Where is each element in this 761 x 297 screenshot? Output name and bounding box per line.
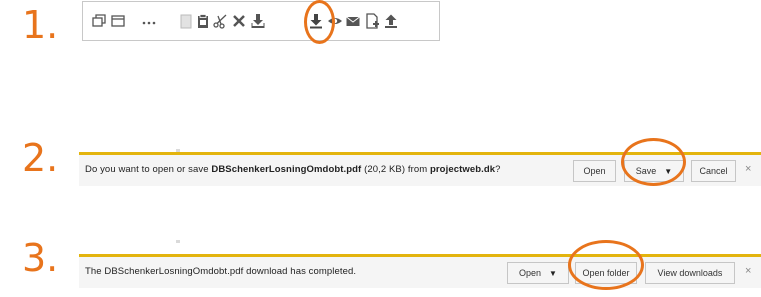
upload-icon[interactable] [383, 13, 399, 29]
step-number-1: 1. [22, 3, 59, 47]
cancel-button[interactable]: Cancel [691, 160, 736, 182]
close-icon[interactable]: × [745, 265, 751, 277]
download-alt-icon[interactable] [250, 13, 266, 29]
delete-icon[interactable] [231, 13, 247, 29]
download-prompt-bar: Do you want to open or save DBSchenkerLo… [79, 152, 761, 186]
close-icon[interactable]: × [745, 163, 751, 175]
prompt-site: projectweb.dk [429, 164, 496, 175]
more-icon[interactable] [141, 13, 157, 29]
step-number-2: 2. [22, 136, 59, 180]
prompt-filename: DBSchenkerLosningOmdobt.pdf [211, 164, 362, 175]
download-icon[interactable] [308, 13, 324, 29]
open-dropdown-icon[interactable]: ▼ [549, 269, 557, 278]
save-button[interactable]: Save ▼ [624, 160, 684, 182]
save-dropdown-icon[interactable]: ▼ [664, 167, 672, 176]
clipboard-icon[interactable] [178, 13, 194, 29]
prompt-message: Do you want to open or save DBSchenkerLo… [85, 164, 501, 175]
download-complete-bar: The DBSchenkerLosningOmdobt.pdf download… [79, 254, 761, 288]
complete-message: The DBSchenkerLosningOmdobt.pdf download… [85, 266, 357, 277]
restore-icon[interactable] [91, 13, 107, 29]
mail-icon[interactable] [345, 13, 361, 29]
window-icon[interactable] [110, 13, 126, 29]
paste-icon[interactable] [195, 13, 211, 29]
open-button[interactable]: Open ▼ [507, 262, 569, 284]
scissors-icon[interactable] [212, 13, 228, 29]
open-button[interactable]: Open [573, 160, 616, 182]
eye-icon[interactable] [327, 13, 343, 29]
view-downloads-button[interactable]: View downloads [645, 262, 735, 284]
toolbar [82, 1, 440, 41]
step-number-3: 3. [22, 236, 59, 280]
file-add-icon[interactable] [364, 13, 380, 29]
open-folder-button[interactable]: Open folder [575, 262, 637, 284]
